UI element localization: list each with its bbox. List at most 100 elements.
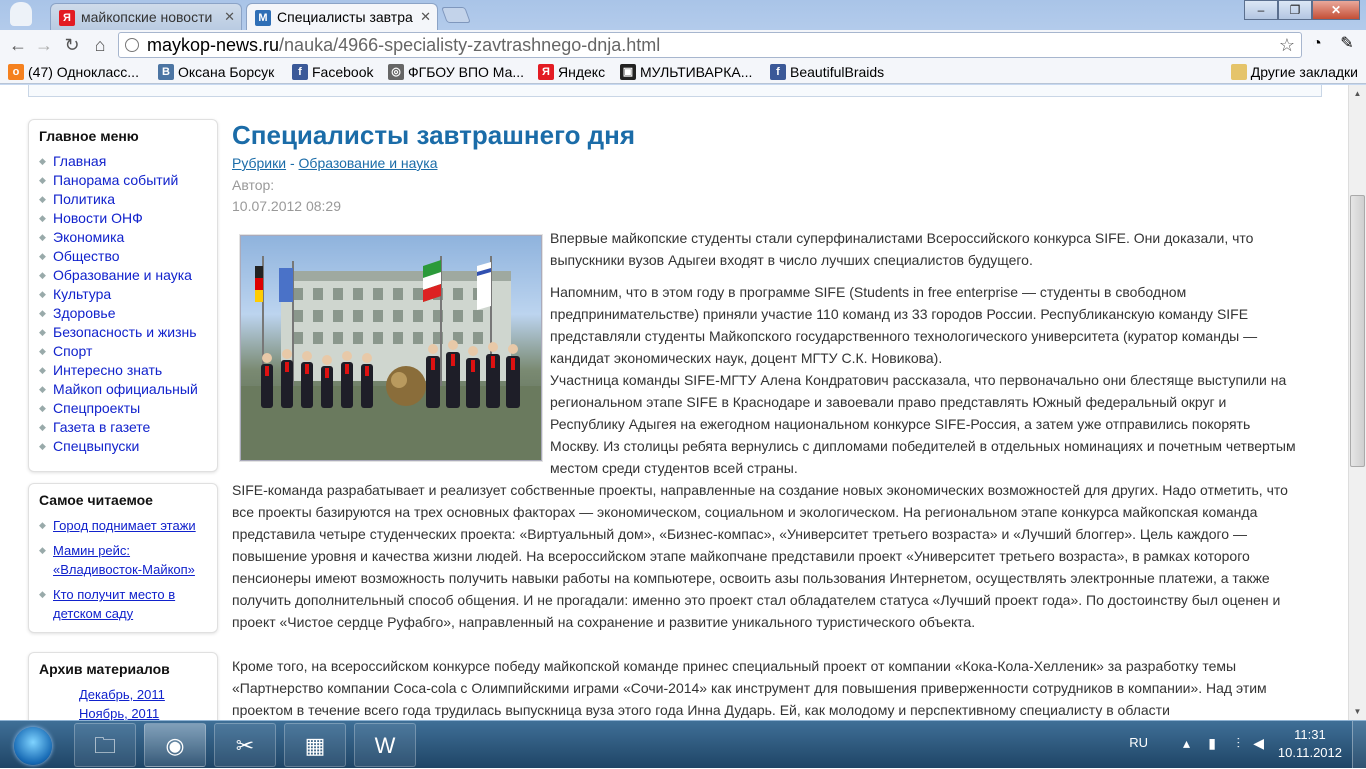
bookmark-item[interactable]: ▣ МУЛЬТИВАРКА... [620,62,752,82]
menu-item[interactable]: Спорт [39,342,207,361]
bookmark-item[interactable]: о (47) Однокласс... [8,62,139,82]
article: Специалисты завтрашнего дня Рубрики - Об… [232,119,1314,718]
bookmark-item[interactable]: ◎ ФГБОУ ВПО Ма... [388,62,524,82]
taskbar: 🗀 ◉ ✂ ▦ W RU ▴ ▮ ⫶ ◀ 11:31 10.11.2012 [0,720,1366,769]
bookmark-item[interactable]: f BeautifulBraids [770,62,884,82]
word-icon[interactable]: W [354,723,416,767]
menu-item[interactable]: Панорама событий [39,171,207,190]
menu-item[interactable]: Культура [39,285,207,304]
popular-link[interactable]: Кто получит место в детском саду [53,587,175,621]
new-tab-button[interactable] [441,7,471,23]
breadcrumb-strip [28,85,1322,97]
forward-icon[interactable]: → [32,33,56,57]
close-tab-icon[interactable]: ✕ [420,4,431,30]
menu-item[interactable]: Новости ОНФ [39,209,207,228]
menu-item[interactable]: Экономика [39,228,207,247]
scroll-thumb[interactable] [1350,195,1365,467]
facebook-icon: f [770,64,786,80]
menu-item[interactable]: Майкоп официальный [39,380,207,399]
bookmark-label: Facebook [312,64,374,80]
bookmark-label: МУЛЬТИВАРКА... [640,64,753,80]
scroll-down-icon[interactable]: ▼ [1349,703,1366,720]
other-bookmarks-label: Другие закладки [1250,64,1358,80]
bookmark-item[interactable]: B Оксана Борсук [158,62,274,82]
bookmark-label: Яндекс [558,64,606,80]
article-categories: Рубрики - Образование и наука [232,155,1314,171]
menu-item[interactable]: Здоровье [39,304,207,323]
multivarka-icon: ▣ [620,64,636,80]
popular-title: Самое читаемое [39,492,153,508]
network-icon[interactable]: ⫶ [1237,735,1241,752]
start-button[interactable] [4,723,62,767]
category-link[interactable]: Образование и наука [299,155,438,171]
clock[interactable]: 11:31 10.11.2012 [1278,726,1342,762]
archive-item: Ноябрь, 2011 [79,704,207,720]
explorer-icon[interactable]: 🗀 [74,723,136,767]
bookmark-label: Оксана Борсук [178,64,275,80]
language-indicator[interactable]: RU [1129,735,1148,750]
bookmarks-bar: Другие закладки о (47) Однокласс... B Оксан… [0,60,1366,84]
menu-item[interactable]: Спецпроекты [39,399,207,418]
back-icon[interactable]: ← [6,33,30,57]
tab-specialisty[interactable]: M Специалисты завтра ✕ [246,3,438,30]
home-icon[interactable]: ⌂ [88,33,112,57]
clock-time: 11:31 [1294,727,1326,742]
archive-link[interactable]: Декабрь, 2011 [79,687,165,702]
main-menu-box: Главное меню ГлавнаяПанорама событийПоли… [28,119,218,472]
folder-icon [1230,64,1247,80]
other-bookmarks[interactable]: Другие закладки [1230,62,1358,82]
menu-item[interactable]: Безопасность и жизнь [39,323,207,342]
bookmark-item[interactable]: Я Яндекс [538,62,605,82]
menu-item[interactable]: Главная [39,152,207,171]
close-tab-icon[interactable]: ✕ [224,4,235,30]
popular-list: Город поднимает этажи Мамин рейс: «Владив… [39,516,207,623]
globe-icon: ◎ [388,64,404,80]
scroll-up-icon[interactable]: ▲ [1349,85,1366,102]
extension-icon[interactable]: ◔ [1306,33,1328,55]
paint-icon[interactable]: ✂ [214,723,276,767]
system-tray: RU ▴ ▮ ⫶ ◀ 11:31 10.11.2012 [1106,721,1366,769]
article-paragraph: Кроме того, на всероссийском конкурсе по… [232,658,1267,718]
students-photo-illustration [241,256,541,460]
show-desktop-button[interactable] [1352,721,1366,769]
menu-item[interactable]: Интересно знать [39,361,207,380]
menu-item[interactable]: Спецвыпуски [39,437,207,456]
chrome-icon[interactable]: ◉ [144,723,206,767]
popular-link[interactable]: Город поднимает этажи [53,518,196,533]
article-paragraph: Напомним, что в этом году в программе SI… [550,284,1258,366]
address-bar[interactable]: maykop-news.ru/nauka/4966-specialisty-za… [118,32,1302,58]
maximize-button[interactable]: ❐ [1278,0,1312,20]
bookmark-label: BeautifulBraids [790,64,885,80]
article-paragraph: SIFE-команда разрабатывает и реализует с… [232,482,1288,630]
minimize-button[interactable]: – [1244,0,1278,20]
profile-avatar[interactable] [10,2,32,26]
page-icon [125,38,139,52]
tab-strip: Я майкопские новости ✕ M Специалисты зав… [0,0,1366,30]
url-host: maykop-news.ru [147,35,280,55]
article-author: Автор: [232,177,275,193]
menu-item[interactable]: Общество [39,247,207,266]
vertical-scrollbar[interactable]: ▲ ▼ [1348,85,1366,720]
volume-icon[interactable]: ◀ [1253,735,1264,752]
popular-box: Самое читаемое Город поднимает этажи Мами… [28,483,218,633]
bookmark-star-icon[interactable]: ☆ [1279,33,1295,57]
page-viewport: Главное меню ГлавнаяПанорама событийПоли… [0,85,1348,720]
calculator-icon[interactable]: ▦ [284,723,346,767]
article-date: 10.07.2012 08:29 [232,198,341,214]
bookmark-item[interactable]: f Facebook [292,62,373,82]
show-hidden-icons-icon[interactable]: ▴ [1183,735,1190,752]
category-root-link[interactable]: Рубрики [232,155,286,171]
wrench-icon[interactable]: ✎ [1336,33,1358,55]
close-window-button[interactable]: ✕ [1312,0,1360,20]
menu-item[interactable]: Образование и наука [39,266,207,285]
archive-link[interactable]: Ноябрь, 2011 [79,706,159,720]
menu-item[interactable]: Газета в газете [39,418,207,437]
reload-icon[interactable]: ↻ [60,33,84,57]
article-paragraph: Впервые майкопские студенты стали суперф… [550,230,1254,268]
power-icon[interactable]: ▮ [1208,735,1216,752]
tab-maykop-news[interactable]: Я майкопские новости ✕ [50,3,242,30]
archive-list: Декабрь, 2011 Ноябрь, 2011 [39,685,207,720]
facebook-icon: f [292,64,308,80]
popular-link[interactable]: Мамин рейс: «Владивосток-Майкоп» [53,543,195,577]
menu-item[interactable]: Политика [39,190,207,209]
